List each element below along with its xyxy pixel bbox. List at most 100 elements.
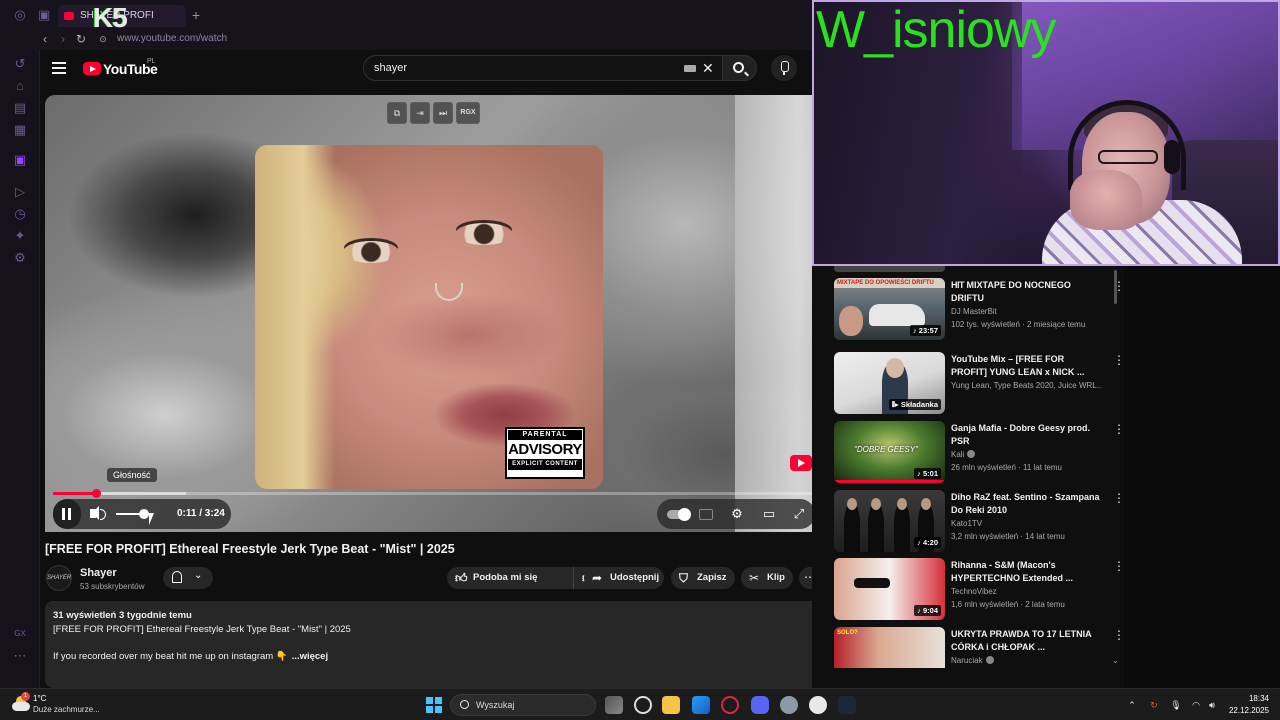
settings-app-icon[interactable] (780, 696, 798, 714)
rec-menu-icon[interactable]: ⋮ (1113, 354, 1124, 366)
progress-bar[interactable] (53, 489, 812, 498)
rec-channel[interactable]: Kato1TV (951, 519, 1111, 528)
autoplay-toggle[interactable] (667, 508, 691, 521)
play-sidebar-icon[interactable]: ▷ (12, 184, 28, 200)
player-sidebar-icon[interactable]: ▤ (12, 100, 28, 116)
wifi-icon[interactable]: ◠ (1190, 699, 1202, 711)
clock-time[interactable]: 18:34 (1229, 694, 1269, 703)
sync-icon[interactable]: ↻ (1148, 699, 1160, 711)
rec-channel[interactable]: TechnoVibez (951, 587, 1111, 596)
save-button[interactable]: ⛉ Zapisz (671, 567, 735, 589)
rec-thumbnail[interactable]: SOLO? (834, 627, 945, 668)
notifications-button[interactable]: ⌄ (163, 567, 213, 589)
tray-chevron-icon[interactable]: ⌃ (1126, 699, 1138, 711)
extensions-icon[interactable]: ✦ (12, 228, 28, 244)
recommendation-item[interactable]: "DOBRE GEESY" ♪ 5:01 Ganja Mafia - Dobre… (834, 421, 1124, 483)
volume-icon[interactable] (90, 506, 106, 520)
microsoft-store-icon[interactable] (692, 696, 710, 714)
back-button[interactable]: ‹ (38, 32, 52, 46)
skip-icon[interactable]: ⏭ (433, 102, 453, 124)
rgx-button[interactable]: RGX (456, 102, 480, 124)
recommendation-item[interactable]: MIXTAPE DO OPOWIEŚCI DRIFTU ♪ 23:57 HIT … (834, 278, 1124, 340)
taskbar-search[interactable]: Wyszukaj (450, 694, 596, 716)
opera-gx-icon[interactable]: ◎ (12, 7, 28, 23)
show-more-link[interactable]: ...więcej (292, 651, 328, 662)
channel-avatar[interactable]: SHAYER (46, 565, 72, 591)
rec-thumbnail[interactable]: ⦀▸ Składanka (834, 352, 945, 414)
rec-thumbnail[interactable]: ♪ 4:20 (834, 490, 945, 552)
rec-title[interactable]: HIT MIXTAPE DO NOCNEGO DRIFTU (951, 279, 1101, 305)
more-actions-button[interactable]: ⋯ (799, 567, 812, 589)
history-icon[interactable]: ◷ (12, 206, 28, 222)
rec-title[interactable]: YouTube Mix – [FREE FOR PROFIT] YUNG LEA… (951, 353, 1101, 379)
rec-thumbnail[interactable]: "DOBRE GEESY" ♪ 5:01 (834, 421, 945, 483)
obs-icon[interactable] (809, 696, 827, 714)
recommendation-item[interactable]: ⦀▸ Składanka YouTube Mix – [FREE FOR PRO… (834, 352, 1124, 414)
video-player[interactable]: PARENTAL ADVISORY EXPLICIT CONTENT ⧉ ⇥ ⏭… (45, 95, 812, 532)
rec-menu-icon[interactable]: ⋮ (1113, 280, 1124, 292)
reload-button[interactable]: ↻ (74, 32, 88, 46)
progress-scrubber[interactable] (91, 489, 101, 498)
scroll-down-icon[interactable]: ⌄ (1112, 656, 1119, 665)
site-info-icon[interactable]: ⊙ (96, 32, 110, 46)
youtube-watermark-icon[interactable] (790, 455, 812, 471)
sidebar-more-icon[interactable]: ⋯ (12, 648, 28, 664)
weather-temperature[interactable]: 1°C (33, 694, 46, 703)
subtitles-icon[interactable] (699, 509, 713, 520)
rec-menu-icon[interactable]: ⋮ (1113, 492, 1124, 504)
clear-search-icon[interactable]: ✕ (702, 60, 714, 76)
settings-gear-icon[interactable]: ⚙ (729, 506, 745, 522)
rec-title[interactable]: Rihanna - S&M (Macon's HYPERTECHNO Exten… (951, 559, 1101, 585)
youtube-logo-icon[interactable] (83, 62, 101, 75)
menu-icon[interactable] (52, 62, 66, 74)
tabs-overview-icon[interactable]: ▣ (38, 7, 50, 23)
weather-description[interactable]: Duże zachmurze... (33, 705, 100, 714)
twitch-icon[interactable]: ▣ (12, 152, 28, 168)
pause-button[interactable] (53, 499, 81, 529)
share-button[interactable]: ➦ Udostępnij (584, 567, 664, 589)
rec-menu-icon[interactable]: ⋮ (1113, 423, 1124, 435)
search-input[interactable]: shayer ✕ (363, 55, 723, 81)
opera-gx-taskbar-icon[interactable] (721, 696, 739, 714)
rec-thumbnail[interactable]: MIXTAPE DO OPOWIEŚCI DRIFTU ♪ 23:57 (834, 278, 945, 340)
rec-channel[interactable]: DJ MasterBit (951, 307, 1111, 316)
rec-channel[interactable]: Yung Lean, Type Beats 2020, Juice WRL... (951, 381, 1101, 390)
keyboard-icon[interactable] (684, 65, 696, 72)
volume-knob[interactable] (139, 509, 149, 519)
microphone-icon[interactable]: 🎙︎ (1170, 699, 1182, 711)
recommendation-item[interactable]: ♪ 9:04 Rihanna - S&M (Macon's HYPERTECHN… (834, 558, 1124, 620)
popout-icon[interactable]: ⧉ (387, 102, 407, 124)
fullscreen-icon[interactable]: ⤢ (791, 506, 807, 522)
rec-title[interactable]: Diho RaZ feat. Sentino - Szampana Do Rek… (951, 491, 1101, 517)
gx-control-icon[interactable]: ↺ (12, 56, 28, 72)
recommendation-item[interactable]: ♪ 4:20 Diho RaZ feat. Sentino - Szampana… (834, 490, 1124, 552)
discord-icon[interactable] (751, 696, 769, 714)
voice-search-button[interactable] (771, 55, 797, 81)
channel-name[interactable]: Shayer (80, 567, 117, 579)
new-tab-button[interactable]: + (188, 7, 204, 23)
rec-menu-icon[interactable]: ⋮ (1113, 560, 1124, 572)
rec-channel[interactable]: Naruciak (951, 656, 1111, 665)
rec-title[interactable]: UKRYTA PRAWDA TO 17 LETNIA CÓRKA i CHŁOP… (951, 628, 1101, 654)
search-button[interactable] (723, 55, 757, 81)
like-button[interactable]: 👍︎ Podoba mi się (447, 567, 573, 589)
start-button[interactable] (426, 697, 442, 713)
clock-date[interactable]: 22.12.2025 (1219, 706, 1269, 715)
rec-thumbnail[interactable]: ♪ 9:04 (834, 558, 945, 620)
task-view-icon[interactable] (605, 696, 623, 714)
theater-mode-icon[interactable]: ▭ (761, 506, 777, 522)
rec-channel[interactable]: Kali (951, 450, 1111, 459)
recommendation-item[interactable]: SOLO? UKRYTA PRAWDA TO 17 LETNIA CÓRKA i… (834, 627, 1124, 668)
steam-icon[interactable] (838, 696, 856, 714)
speaker-icon[interactable]: 🔊︎ (1206, 699, 1218, 711)
exit-icon[interactable]: ⇥ (410, 102, 430, 124)
description-box[interactable]: 31 wyświetleń 3 tygodnie temu [FREE FOR … (45, 601, 812, 688)
rec-title[interactable]: Ganja Mafia - Dobre Geesy prod. PSR (951, 422, 1101, 448)
settings-icon[interactable]: ⚙ (12, 250, 28, 266)
clip-button[interactable]: ✂ Klip (741, 567, 793, 589)
chatgpt-icon[interactable] (634, 696, 652, 714)
url-field[interactable]: www.youtube.com/watch (117, 32, 227, 46)
messenger-icon[interactable]: ▦ (12, 122, 28, 138)
forward-button[interactable]: › (56, 32, 70, 46)
gx-corner-icon[interactable]: ⌂ (12, 78, 28, 94)
